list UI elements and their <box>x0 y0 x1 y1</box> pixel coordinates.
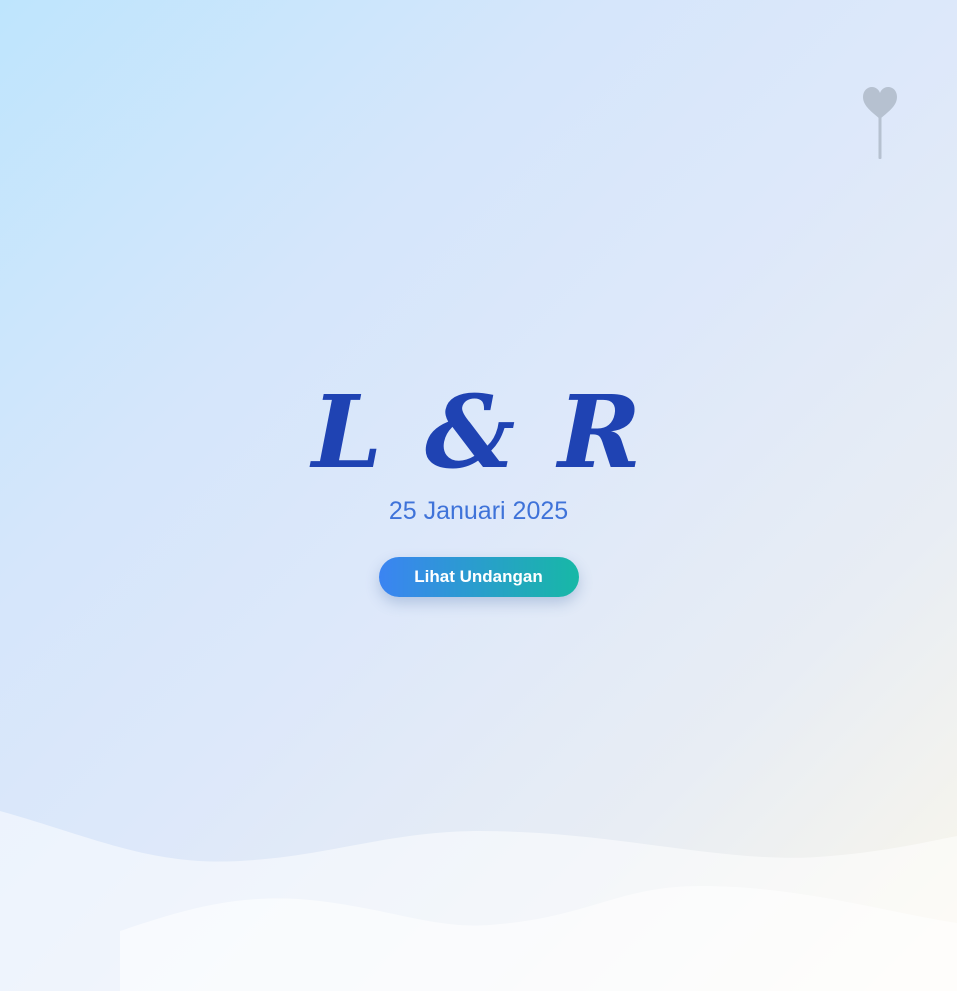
heart-balloon-icon <box>863 87 897 159</box>
hero-section: L & R 25 Januari 2025 Lihat Undangan <box>0 372 957 597</box>
balloon-string <box>878 117 882 159</box>
heart-shape <box>863 87 897 119</box>
couple-monogram: L & R <box>311 373 646 491</box>
view-invitation-button[interactable]: Lihat Undangan <box>378 557 579 597</box>
decorative-waves <box>0 811 957 991</box>
wedding-date: 25 Januari 2025 <box>388 497 569 525</box>
